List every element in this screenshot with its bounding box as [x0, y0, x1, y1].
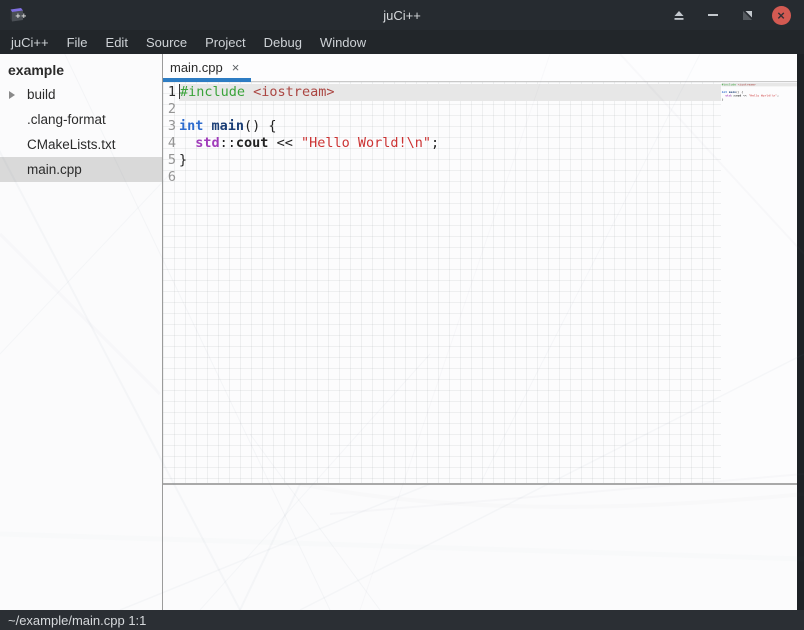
code-line: 6 [163, 169, 721, 186]
tab-main-cpp[interactable]: main.cpp × [163, 54, 251, 81]
menu-item-debug[interactable]: Debug [255, 32, 311, 53]
menu-bar: juCi++FileEditSourceProjectDebugWindow [0, 30, 804, 54]
title-bar: ++ juCi++ × [0, 0, 804, 30]
close-icon: × [772, 6, 791, 25]
code-line: 4 std::cout << "Hello World!\n"; [163, 135, 721, 152]
menu-item-file[interactable]: File [58, 32, 97, 53]
line-number: 5 [163, 152, 176, 169]
line-number: 3 [163, 118, 176, 135]
expander-icon[interactable] [9, 91, 15, 99]
code-line: 5} [163, 152, 721, 169]
tree-item-clang-format[interactable]: .clang-format [0, 107, 162, 132]
tree-root-example[interactable]: example [0, 57, 162, 82]
output-panel[interactable] [163, 485, 797, 610]
tree-item-label: build [27, 87, 56, 102]
code-text: int main() { [179, 118, 721, 135]
code-text [722, 101, 797, 105]
line-number: 6 [163, 169, 176, 186]
line-number: 1 [163, 84, 176, 101]
menu-item-edit[interactable]: Edit [97, 32, 137, 53]
main-area: main.cpp × 1#include <iostream>2 3int mai… [163, 54, 797, 610]
code-text [179, 169, 721, 186]
tree-item-label: CMakeLists.txt [27, 137, 116, 152]
tree-item-label: .clang-format [27, 112, 106, 127]
menu-item-window[interactable]: Window [311, 32, 375, 53]
editor-zone: 1#include <iostream>2 3int main() {4 std… [163, 82, 797, 483]
minimize-icon [708, 14, 718, 16]
shade-icon [673, 10, 685, 21]
code-text: } [179, 152, 721, 169]
code-editor[interactable]: 1#include <iostream>2 3int main() {4 std… [163, 82, 721, 483]
minimap[interactable]: #include <iostream> int main() { std::co… [721, 82, 797, 483]
right-edge-strip [797, 54, 804, 610]
code-text [179, 101, 721, 118]
file-tree: example build .clang-format CMakeLists.txt m… [0, 54, 163, 610]
tree-item-cmakelists-txt[interactable]: CMakeLists.txt [0, 132, 162, 157]
minimize-button[interactable] [701, 3, 725, 27]
status-bar: ~/example/main.cpp 1:1 [0, 610, 804, 630]
line-number: 4 [163, 135, 176, 152]
tree-item-label: main.cpp [27, 162, 82, 177]
maximize-icon [742, 10, 753, 21]
code-line: 1#include <iostream> [163, 84, 721, 101]
tab-bar: main.cpp × [163, 54, 797, 82]
tree-item-main-cpp[interactable]: main.cpp [0, 157, 162, 182]
menu-item-juci[interactable]: juCi++ [2, 32, 58, 53]
code-line: 3int main() { [163, 118, 721, 135]
maximize-button[interactable] [735, 3, 759, 27]
code-line [721, 101, 797, 105]
menu-item-project[interactable]: Project [196, 32, 254, 53]
tab-close-icon[interactable]: × [232, 60, 240, 75]
code-text: std::cout << "Hello World!\n"; [179, 135, 721, 152]
status-file-position: ~/example/main.cpp 1:1 [8, 613, 146, 628]
shade-button[interactable] [667, 3, 691, 27]
line-number: 2 [163, 101, 176, 118]
tab-label: main.cpp [170, 60, 223, 75]
menu-item-source[interactable]: Source [137, 32, 196, 53]
tree-item-build[interactable]: build [0, 82, 162, 107]
code-text: #include <iostream> [179, 84, 721, 101]
window-content: example build .clang-format CMakeLists.txt m… [0, 54, 804, 610]
code-line: 2 [163, 101, 721, 118]
close-button[interactable]: × [769, 3, 793, 27]
minimap-code: #include <iostream> int main() { std::co… [721, 82, 797, 105]
